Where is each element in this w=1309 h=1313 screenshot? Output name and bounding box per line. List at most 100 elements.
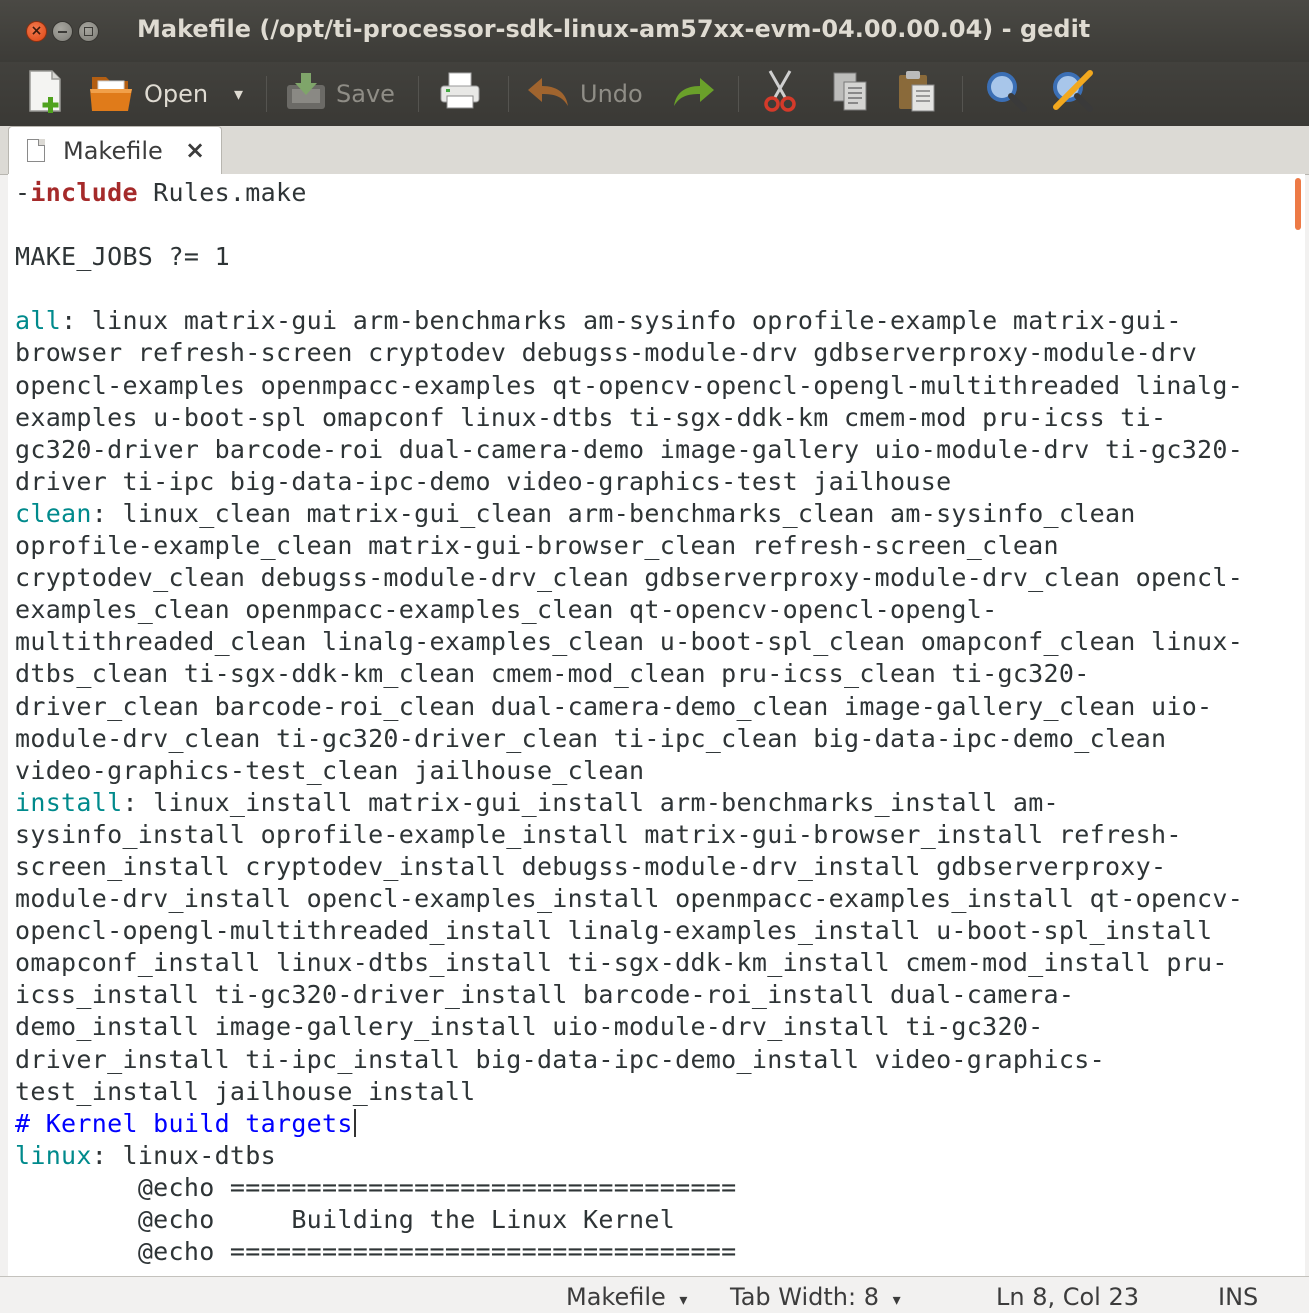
text-token: gc320-driver barcode-roi dual-camera-dem… — [15, 434, 1244, 464]
toolbar-separator — [738, 76, 739, 112]
magnifier-icon — [984, 69, 1028, 119]
redo-arrow-icon — [672, 74, 716, 114]
code-line: multithreaded_clean linalg-examples_clea… — [15, 627, 1243, 656]
text-token: examples u-boot-spl omapconf linux-dtbs … — [15, 402, 1167, 432]
tab-makefile[interactable]: Makefile × — [8, 126, 222, 174]
text-editor[interactable]: -include Rules.make MAKE_JOBS ?= 1 all: … — [8, 174, 1305, 1276]
save-label: Save — [336, 80, 395, 108]
text-token: test_install jailhouse_install — [15, 1076, 476, 1106]
code-line: gc320-driver barcode-roi dual-camera-dem… — [15, 435, 1243, 464]
open-label: Open — [144, 80, 209, 108]
code-line: @echo ================================= — [15, 1173, 737, 1202]
tab-close-icon[interactable]: × — [185, 136, 205, 164]
tab-width-selector[interactable]: Tab Width: 8 ▾ — [730, 1283, 901, 1311]
text-token: @echo ================================= — [15, 1237, 737, 1267]
minimize-window-button[interactable] — [52, 21, 73, 42]
document-new-icon — [26, 67, 66, 121]
close-window-button[interactable]: × — [26, 21, 47, 42]
toolbar-separator — [962, 76, 963, 112]
document-icon — [27, 139, 45, 162]
language-selector[interactable]: Makefile ▾ — [566, 1283, 687, 1311]
save-button[interactable]: Save — [284, 62, 395, 126]
redo-button[interactable] — [672, 62, 716, 126]
text-token: demo_install image-gallery_install uio-m… — [15, 1012, 1044, 1042]
code-line: screen_install cryptodev_install debugss… — [15, 852, 1166, 881]
new-document-button[interactable] — [26, 62, 66, 126]
undo-button[interactable]: Undo — [526, 62, 643, 126]
code-line: clean: linux_clean matrix-gui_clean arm-… — [15, 499, 1136, 528]
maximize-window-button[interactable] — [78, 21, 99, 42]
text-token: Rules.make — [137, 178, 307, 207]
text-token: screen_install cryptodev_install debugss… — [15, 851, 1167, 881]
title-bar: × Makefile (/opt/ti-processor-sdk-linux-… — [0, 0, 1309, 62]
paste-button[interactable] — [896, 62, 938, 126]
text-token: - — [15, 178, 31, 207]
code-line: @echo Building the Linux Kernel — [15, 1205, 675, 1234]
chevron-down-icon: ▾ — [234, 83, 244, 105]
text-token: : linux_clean matrix-gui_clean arm-bench… — [91, 498, 1136, 528]
cursor-position: Ln 8, Col 23 — [996, 1283, 1140, 1311]
target-token: clean — [15, 498, 92, 528]
code-line: video-graphics-test_clean jailhouse_clea… — [15, 756, 644, 785]
code-line: oprofile-example_clean matrix-gui-browse… — [15, 531, 1059, 560]
keyword-token: include — [30, 178, 138, 207]
scrollbar-thumb[interactable] — [1295, 178, 1301, 230]
open-button[interactable]: Open — [88, 62, 208, 126]
code-line: examples_clean openmpacc-examples_clean … — [15, 595, 997, 624]
text-token: icss_install ti-gc320-driver_install bar… — [15, 980, 1075, 1010]
code-line: linux: linux-dtbs — [15, 1141, 276, 1170]
tab-width-label: Tab Width: 8 — [730, 1283, 879, 1311]
code-line: -include Rules.make — [15, 178, 307, 207]
code-line: driver ti-ipc big-data-ipc-demo video-gr… — [15, 467, 951, 496]
text-token: sysinfo_install oprofile-example_install… — [15, 819, 1182, 849]
code-line: all: linux matrix-gui arm-benchmarks am-… — [15, 306, 1182, 335]
text-token: @echo ================================= — [15, 1172, 737, 1202]
find-button[interactable] — [984, 62, 1028, 126]
code-line: # Kernel build targets — [15, 1108, 356, 1138]
toolbar-separator — [418, 76, 419, 112]
text-token: multithreaded_clean linalg-examples_clea… — [15, 627, 1244, 657]
print-button[interactable] — [438, 62, 482, 126]
text-token: opencl-examples openmpacc-examples qt-op… — [15, 370, 1244, 400]
find-replace-icon — [1050, 69, 1096, 119]
cut-button[interactable] — [762, 62, 798, 126]
code-line: opencl-examples openmpacc-examples qt-op… — [15, 371, 1243, 400]
paste-icon — [896, 69, 938, 119]
target-token: install — [15, 787, 123, 817]
text-token: dtbs_clean ti-sgx-ddk-km_clean cmem-mod_… — [15, 659, 1090, 689]
code-line: omapconf_install linux-dtbs_install ti-s… — [15, 948, 1228, 977]
scissors-icon — [762, 69, 798, 119]
code-line: driver_clean barcode-roi_clean dual-came… — [15, 692, 1212, 721]
copy-icon — [830, 70, 870, 118]
text-token: : linux-dtbs — [91, 1140, 276, 1170]
code-line: module-drv_install opencl-examples_insta… — [15, 884, 1243, 913]
find-replace-button[interactable] — [1050, 62, 1096, 126]
toolbar-separator — [266, 76, 267, 112]
chevron-down-icon: ▾ — [679, 1290, 688, 1309]
chevron-down-icon: ▾ — [892, 1290, 901, 1309]
code-line: cryptodev_clean debugss-module-drv_clean… — [15, 563, 1243, 592]
text-token: opencl-opengl-multithreaded_install lina… — [15, 916, 1213, 946]
document-tab-bar: Makefile × — [0, 126, 1309, 175]
window-title: Makefile (/opt/ti-processor-sdk-linux-am… — [137, 15, 1091, 43]
code-text[interactable]: -include Rules.make MAKE_JOBS ?= 1 all: … — [15, 177, 1243, 1268]
comment-token: # Kernel build targets — [15, 1108, 353, 1138]
text-cursor — [353, 1108, 356, 1137]
open-recent-dropdown[interactable]: ▾ — [234, 62, 243, 126]
copy-button[interactable] — [830, 62, 870, 126]
code-line: demo_install image-gallery_install uio-m… — [15, 1012, 1044, 1041]
folder-open-icon — [88, 69, 136, 119]
text-token: @echo Building the Linux Kernel — [15, 1205, 676, 1234]
code-line: examples u-boot-spl omapconf linux-dtbs … — [15, 403, 1166, 432]
text-token: driver_clean barcode-roi_clean dual-came… — [15, 691, 1213, 721]
text-token: cryptodev_clean debugss-module-drv_clean… — [15, 563, 1244, 593]
code-line: dtbs_clean ti-sgx-ddk-km_clean cmem-mod_… — [15, 659, 1090, 688]
code-line: MAKE_JOBS ?= 1 — [15, 242, 230, 271]
text-token: video-graphics-test_clean jailhouse_clea… — [15, 755, 645, 785]
target-token: all — [15, 306, 62, 336]
text-token: : linux matrix-gui arm-benchmarks am-sys… — [61, 306, 1182, 336]
text-token: omapconf_install linux-dtbs_install ti-s… — [15, 948, 1228, 978]
target-token: linux — [15, 1140, 92, 1170]
text-token: module-drv_clean ti-gc320-driver_clean t… — [15, 723, 1167, 753]
text-token: oprofile-example_clean matrix-gui-browse… — [15, 531, 1059, 561]
